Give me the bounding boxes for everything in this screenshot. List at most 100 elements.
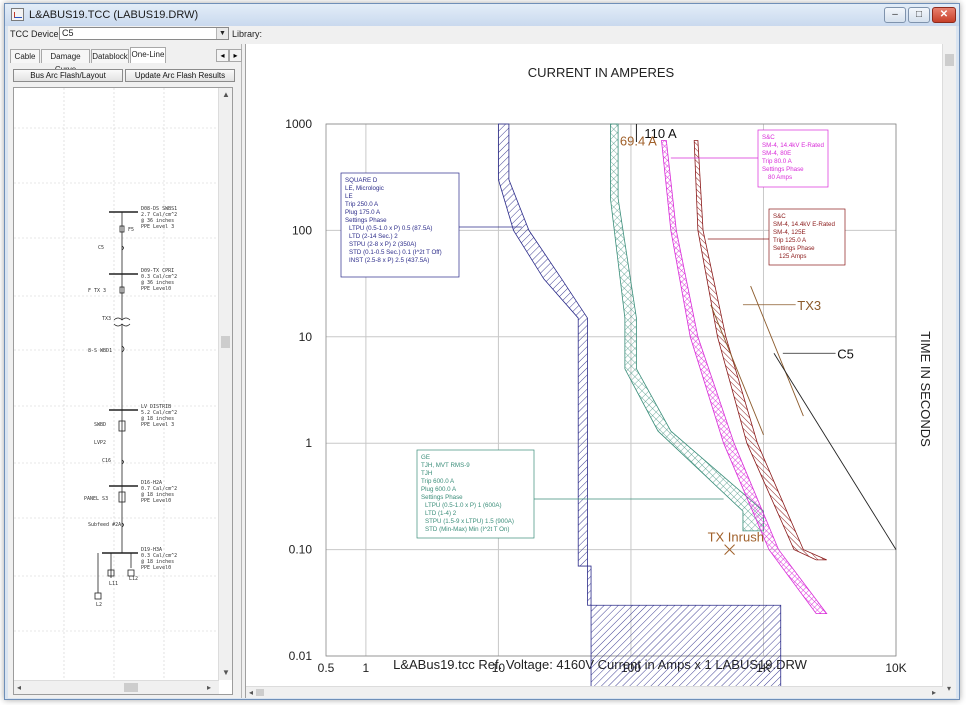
chevron-down-icon[interactable]: ▼: [216, 28, 228, 39]
scroll-down-icon[interactable]: ▼: [222, 668, 230, 677]
sc80-line-0: S&C: [762, 134, 775, 141]
x-tick-label-1: 1: [363, 661, 370, 675]
ge-line-5: Settings Phase: [421, 494, 463, 501]
sc80-line-4: Settings Phase: [762, 166, 804, 173]
c5-cable-line: [773, 353, 897, 550]
swbd-label: SWBD: [94, 422, 106, 428]
tcc-chart-svg: CURRENT IN AMPERES TIME IN SECONDS L&ABu…: [285, 65, 933, 686]
library-label: Library:: [232, 29, 263, 39]
bus5-label-3: PPE Level0: [141, 565, 171, 571]
tab-datablock[interactable]: Datablock: [91, 49, 129, 63]
squared-line-8: STPU (2-8 x P) 2 (350A): [349, 241, 416, 248]
squared-line-0: SQUARE D: [345, 177, 378, 184]
sc80-line-5: 80 Amps: [768, 174, 792, 181]
chart-scroll-down-icon[interactable]: ▾: [947, 684, 951, 693]
x-tick-label-2: 10: [492, 661, 506, 675]
tx3-label: TX3: [102, 316, 111, 322]
window-title: L&ABUS19.TCC (LABUS19.DRW): [29, 9, 199, 21]
sc80-line-1: SM-4, 14.4kV E-Rated: [762, 142, 824, 149]
squared-line-4: Plug 175.0 A: [345, 209, 381, 216]
app-icon: [11, 8, 24, 21]
sc125-line-0: S&C: [773, 213, 786, 220]
tx-inrush-label: TX Inrush: [708, 530, 764, 545]
tab-scroll-icon[interactable]: ◂: [216, 49, 229, 62]
ftx3-label: F TX 3: [88, 288, 106, 294]
sc125-datablock[interactable]: S&C SM-4, 14.4kV E-Rated SM-4, 125E Trip…: [768, 208, 846, 266]
update-arc-flash-button[interactable]: Update Arc Flash Results: [125, 69, 235, 82]
panel-s3-label: PANEL S3: [84, 496, 108, 502]
squared-line-9: STD (0.1-0.5 Sec.) 0.1 (I^2t T Off): [349, 249, 442, 256]
close-button[interactable]: ✕: [932, 7, 956, 23]
ge-line-7: LTD (1-4) 2: [425, 510, 457, 517]
scroll-right-icon[interactable]: ▸: [207, 683, 211, 692]
y-tick-label-5: 0.01: [289, 649, 313, 663]
application-window: L&ABUS19.TCC (LABUS19.DRW) – □ ✕ TCC Dev…: [4, 3, 960, 700]
bus4-label-3: PPE Level0: [141, 498, 171, 504]
squared-datablock[interactable]: SQUARE D LE, Micrologic LE Trip 250.0 A …: [340, 172, 460, 278]
chart-labels: 110 A 69.4 A TX3 C5 TX Inrush: [620, 126, 854, 545]
ge-line-9: STD (Min-Max) Min (I^2t T On): [425, 526, 510, 533]
one-line-horizontal-scrollbar[interactable]: ◂ ▸: [14, 680, 219, 694]
l11-label: L11: [109, 581, 118, 587]
tab-cable[interactable]: Cable: [10, 49, 40, 63]
chart-scroll-right-icon[interactable]: ▸: [932, 688, 936, 697]
sc80-line-2: SM-4, 80E: [762, 150, 791, 157]
chart-y-axis-label: TIME IN SECONDS: [918, 331, 933, 447]
chart-horizontal-scrollbar[interactable]: ◂ ▸: [246, 686, 943, 698]
scroll-left-icon[interactable]: ◂: [17, 683, 21, 692]
x-tick-label-0: 0.5: [318, 661, 335, 675]
chart-vertical-scroll-thumb[interactable]: [945, 54, 954, 66]
tcc-chart-area[interactable]: CURRENT IN AMPERES TIME IN SECONDS L&ABu…: [245, 44, 956, 698]
sc125-line-2: SM-4, 125E: [773, 229, 806, 236]
sc80-line-3: Trip 80.0 A: [762, 158, 793, 165]
tab-damage-curve[interactable]: Damage Curve: [41, 49, 90, 74]
ge-datablock[interactable]: GE TJH, MVT RMS-9 TJH Trip 600.0 A Plug …: [416, 449, 535, 539]
y-tick-label-1: 100: [292, 223, 312, 237]
vertical-scroll-thumb[interactable]: [221, 336, 230, 348]
sc125-line-3: Trip 125.0 A: [773, 237, 807, 244]
ge-line-4: Plug 600.0 A: [421, 486, 457, 493]
chart-vertical-scrollbar[interactable]: ▾: [942, 44, 956, 698]
bus2-label-3: PPE Level0: [141, 286, 171, 292]
bus1-label-3: PPE Level 3: [141, 224, 174, 230]
sc80-datablock[interactable]: S&C SM-4, 14.4kV E-Rated SM-4, 80E Trip …: [757, 129, 829, 188]
tab-scroll-right-icon[interactable]: ▸: [229, 49, 242, 62]
sc125-line-4: Settings Phase: [773, 245, 815, 252]
chart-horizontal-scroll-thumb[interactable]: [256, 689, 264, 696]
left-panel: Cable Damage Curve Datablock One-Line ◂ …: [8, 44, 242, 698]
current-69a-label: 69.4 A: [620, 133, 657, 148]
tab-one-line[interactable]: One-Line: [130, 47, 166, 63]
squared-line-1: LE, Micrologic: [345, 185, 384, 192]
one-line-vertical-scrollbar[interactable]: ▲ ▼: [218, 88, 232, 680]
ge-line-2: TJH: [421, 470, 432, 477]
horizontal-scroll-thumb[interactable]: [124, 683, 138, 692]
one-line-svg: D08-DS SWBS1 2.7 Cal/cm^2 @ 36 inches PP…: [14, 88, 220, 682]
ge-line-8: STPU (1.5-9 x LTPU) 1.5 (900A): [425, 518, 514, 525]
ge-line-0: GE: [421, 454, 430, 461]
device-toolbar: TCC Device List: C5 ▼ Library:: [8, 26, 956, 42]
lvp2-label: LVP2: [94, 440, 106, 446]
ge-line-6: LTPU (0.5-1.0 x P) 1 (600A): [425, 502, 502, 509]
subfeed-label: Subfeed #2A: [88, 522, 121, 528]
y-tick-label-0: 1000: [285, 117, 312, 131]
squared-line-2: LE: [345, 193, 353, 200]
bus-arc-flash-button[interactable]: Bus Arc Flash/Layout: [13, 69, 123, 82]
sc125-line-5: 125 Amps: [779, 253, 807, 260]
x-tick-label-5: 10K: [885, 661, 906, 675]
sc125-line-1: SM-4, 14.4kV E-Rated: [773, 221, 835, 228]
c16-label: C16: [102, 458, 111, 464]
chart-scroll-left-icon[interactable]: ◂: [249, 688, 253, 697]
minimize-button[interactable]: –: [884, 7, 906, 23]
device-select-value: C5: [62, 28, 74, 38]
c5-label: C5: [98, 245, 104, 251]
y-tick-label-4: 0.10: [289, 543, 313, 557]
chart-top-title: CURRENT IN AMPERES: [528, 65, 675, 80]
swbd1-label: 8-S WBD1: [88, 348, 112, 354]
ge-line-1: TJH, MVT RMS-9: [421, 462, 470, 469]
maximize-button[interactable]: □: [908, 7, 930, 23]
f5-label: F5: [128, 227, 134, 233]
scroll-up-icon[interactable]: ▲: [222, 90, 230, 99]
client-area: TCC Device List: C5 ▼ Library: Cable Dam…: [8, 26, 956, 698]
one-line-diagram[interactable]: D08-DS SWBS1 2.7 Cal/cm^2 @ 36 inches PP…: [13, 87, 233, 695]
device-list-select[interactable]: C5 ▼: [59, 27, 229, 40]
